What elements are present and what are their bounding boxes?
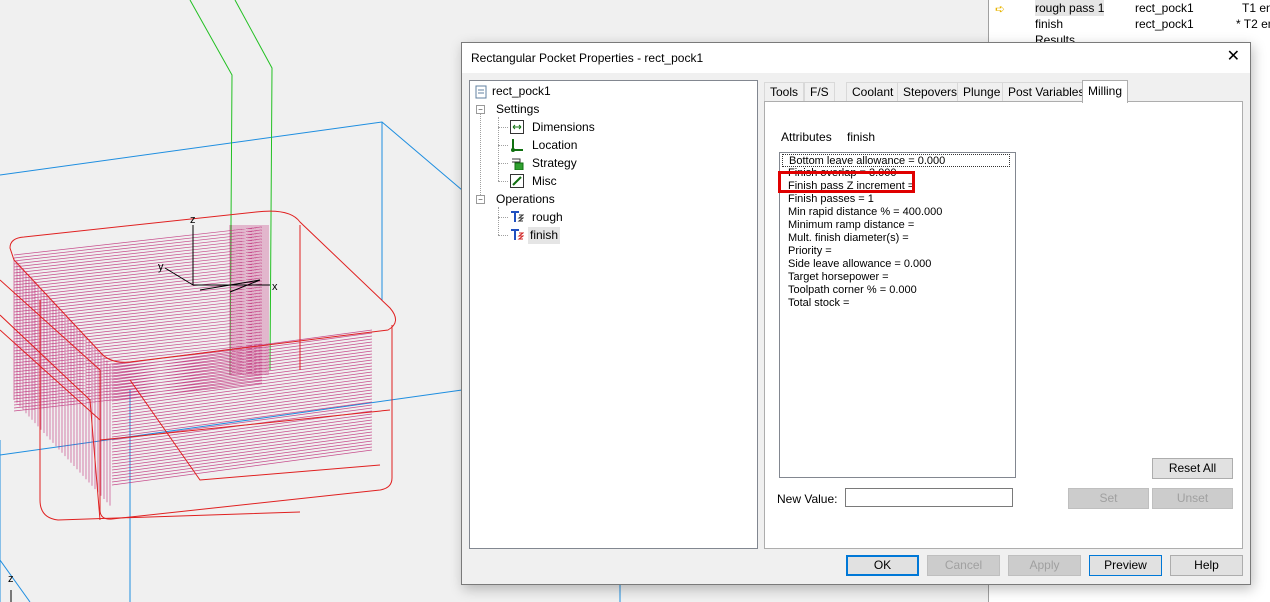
tree-label-dimensions: Dimensions xyxy=(532,120,595,134)
tree-label-settings: Settings xyxy=(496,102,540,116)
attributes-operation-name: finish xyxy=(847,130,876,144)
y-axis-label: y xyxy=(158,261,164,273)
ok-button[interactable]: OK xyxy=(846,555,919,576)
list-item[interactable]: Target horsepower = xyxy=(788,271,889,284)
list-item[interactable]: Min rapid distance % = 400.000 xyxy=(788,206,942,219)
list-item[interactable]: finish rect_pock1 * T2 en xyxy=(989,16,1270,32)
list-item[interactable]: Total stock = xyxy=(788,297,849,310)
tab-post-variables[interactable]: Post Variables xyxy=(1002,82,1091,102)
set-button[interactable]: Set xyxy=(1068,488,1149,509)
tab-tools[interactable]: Tools xyxy=(764,82,805,102)
rough-operation-icon xyxy=(511,211,524,222)
tab-plunge[interactable]: Plunge xyxy=(957,82,1007,102)
feature-icon xyxy=(475,85,487,99)
list-item[interactable]: ➪ rough pass 1 rect_pock1 T1 end xyxy=(989,0,1270,16)
tab-milling[interactable]: Milling xyxy=(1082,80,1129,103)
dialog-title: Rectangular Pocket Properties - rect_poc… xyxy=(471,51,704,65)
red-highlight-box xyxy=(778,171,915,193)
unset-button[interactable]: Unset xyxy=(1152,488,1233,509)
tab-stepovers[interactable]: Stepovers xyxy=(897,82,964,102)
operation-name: rough pass 1 xyxy=(1035,0,1105,16)
cancel-button[interactable]: Cancel xyxy=(927,555,1000,576)
current-operation-arrow-icon: ➪ xyxy=(995,2,1006,16)
tree-label-operations: Operations xyxy=(496,192,555,206)
collapse-icon[interactable]: − xyxy=(476,105,485,114)
attributes-label: Attributes xyxy=(781,130,832,144)
dialog-titlebar[interactable]: Rectangular Pocket Properties - rect_poc… xyxy=(462,43,1250,73)
operation-tool: T1 end xyxy=(1242,1,1270,15)
location-icon xyxy=(511,139,523,152)
help-button[interactable]: Help xyxy=(1170,555,1243,576)
tree-label-finish: finish xyxy=(528,227,561,244)
tab-fs[interactable]: F/S xyxy=(804,82,835,102)
tree-label-location: Location xyxy=(532,138,578,152)
x-axis-label: x xyxy=(272,281,278,293)
apply-button[interactable]: Apply xyxy=(1008,555,1081,576)
rectangular-pocket-properties-dialog: Rectangular Pocket Properties - rect_poc… xyxy=(461,42,1251,585)
list-item[interactable]: Minimum ramp distance = xyxy=(788,219,914,232)
list-item[interactable]: Bottom leave allowance = 0.000 xyxy=(782,154,1010,167)
close-icon[interactable]: ✕ xyxy=(1227,47,1240,67)
tree-label-strategy: Strategy xyxy=(532,156,577,170)
list-item[interactable]: Toolpath corner % = 0.000 xyxy=(788,284,917,297)
operation-name: finish xyxy=(1035,17,1064,31)
operation-tool: * T2 en xyxy=(1236,17,1270,31)
misc-icon xyxy=(510,174,524,188)
strategy-icon xyxy=(512,158,524,170)
tree-label-misc: Misc xyxy=(532,174,557,188)
list-item[interactable]: Side leave allowance = 0.000 xyxy=(788,258,931,271)
new-value-input[interactable] xyxy=(845,488,1013,507)
finish-operation-icon xyxy=(511,229,524,240)
corner-z-label: z xyxy=(8,573,14,585)
tree-label-rough: rough xyxy=(532,210,563,224)
attributes-list[interactable]: Bottom leave allowance = 0.000 Finish ov… xyxy=(778,152,1016,478)
new-value-label: New Value: xyxy=(777,492,838,506)
list-item[interactable]: Mult. finish diameter(s) = xyxy=(788,232,909,245)
list-item[interactable]: Priority = xyxy=(788,245,832,258)
tree-label-root: rect_pock1 xyxy=(492,84,551,98)
reset-all-button[interactable]: Reset All xyxy=(1152,458,1233,479)
feature-tree[interactable]: rect_pock1 − Settings Dimensions Locatio… xyxy=(469,80,758,549)
list-item[interactable]: Finish passes = 1 xyxy=(788,193,874,206)
preview-button[interactable]: Preview xyxy=(1089,555,1162,576)
operation-feature: rect_pock1 xyxy=(1135,17,1194,31)
collapse-icon[interactable]: − xyxy=(476,195,485,204)
z-axis-label: z xyxy=(190,214,196,226)
milling-tab-panel: Attributes finish Bottom leave allowance… xyxy=(764,101,1243,549)
operation-feature: rect_pock1 xyxy=(1135,1,1194,15)
tab-coolant[interactable]: Coolant xyxy=(846,82,900,102)
dimensions-icon xyxy=(510,120,524,134)
